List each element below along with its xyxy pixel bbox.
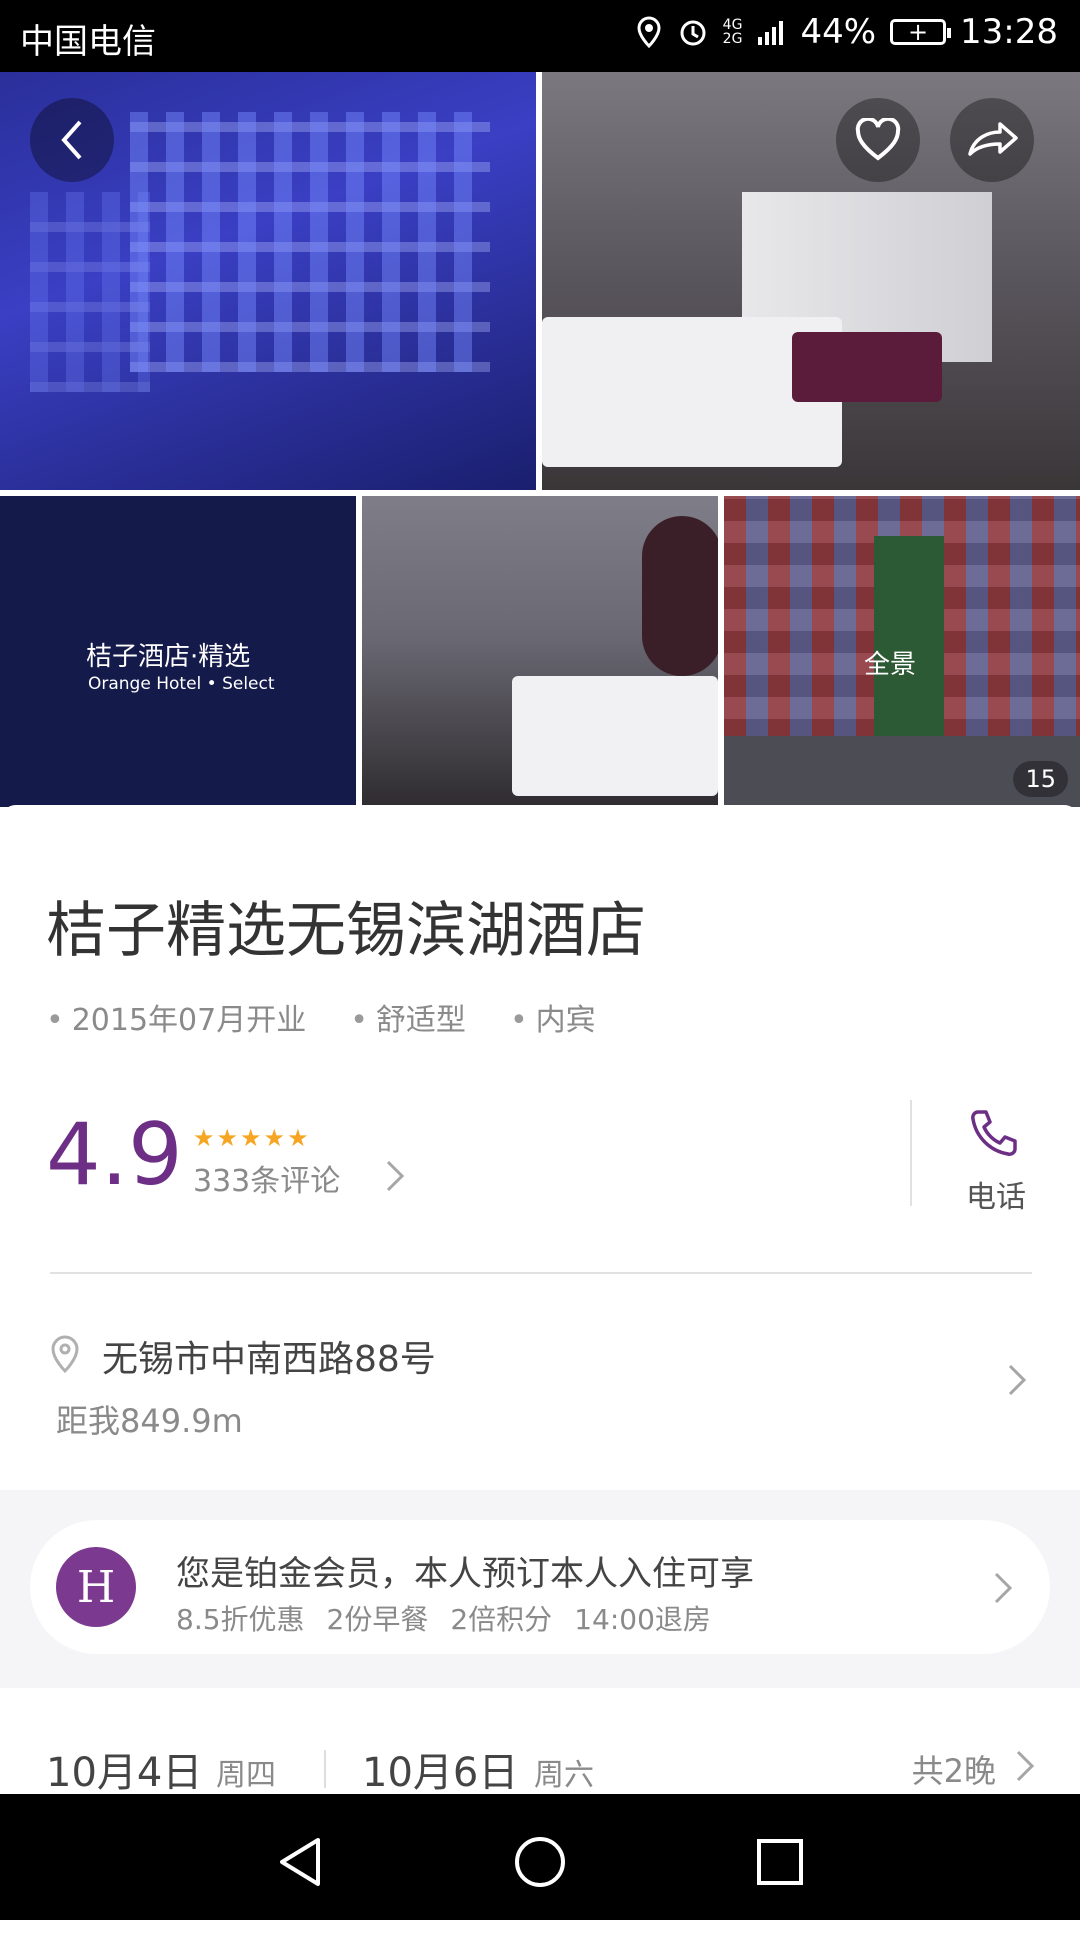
location-icon xyxy=(637,16,661,48)
status-icons: 4G 2G 44% + 13:28 xyxy=(635,12,1058,52)
heart-icon xyxy=(855,118,901,161)
photo-room-2[interactable] xyxy=(362,496,718,807)
member-badge-icon: H xyxy=(56,1547,136,1627)
photo-logo[interactable]: 桔子酒店·精选 Orange Hotel • Select xyxy=(0,496,356,807)
status-bar: 中国电信 4G 2G 44% + 13:28 xyxy=(0,0,1080,72)
share-icon xyxy=(968,122,1018,156)
date-selector[interactable]: 10月4日 周四 10月6日 周六 共2晚 xyxy=(46,1740,1036,1800)
star-icon: ★ xyxy=(216,1124,239,1152)
logo-text-en: Orange Hotel • Select xyxy=(88,674,275,694)
checkin-weekday: 周四 xyxy=(216,1758,276,1793)
chevron-right-icon xyxy=(1016,1750,1035,1782)
benefit-discount: 8.5折优惠 xyxy=(176,1603,305,1636)
benefit-checkout: 14:00退房 xyxy=(574,1603,711,1636)
nav-home-icon[interactable] xyxy=(510,1832,570,1892)
share-button[interactable] xyxy=(950,98,1034,182)
tag-type: 舒适型 xyxy=(350,995,466,1039)
alarm-icon xyxy=(680,20,706,46)
phone-icon[interactable] xyxy=(966,1106,1022,1162)
network-type: 4G 2G xyxy=(722,17,743,47)
star-icon: ★ xyxy=(193,1124,215,1152)
hotel-name: 桔子精选无锡滨湖酒店 xyxy=(46,896,646,966)
battery-icon: + xyxy=(890,18,952,46)
hotel-tags: 2015年07月开业 舒适型 内宾 xyxy=(46,995,596,1039)
back-icon xyxy=(61,120,82,160)
chevron-right-icon[interactable] xyxy=(384,1158,406,1194)
benefit-breakfast: 2份早餐 xyxy=(326,1603,429,1636)
location-pin-icon xyxy=(51,1335,79,1374)
star-rating: ★ ★ ★ ★ ★ xyxy=(193,1124,309,1152)
panorama-label: 全景 xyxy=(864,650,917,680)
rating-score: 4.9 xyxy=(46,1105,183,1205)
clock: 13:28 xyxy=(960,12,1058,52)
nights-count: 共2晚 xyxy=(911,1752,996,1790)
back-button[interactable] xyxy=(30,98,114,182)
logo-text-cn: 桔子酒店·精选 xyxy=(86,642,251,672)
panorama-button[interactable]: 全景 xyxy=(864,644,916,681)
member-benefits-card[interactable]: H 您是铂金会员，本人预订本人入住可享 8.5折优惠 2份早餐 2倍积分 14:… xyxy=(30,1520,1050,1654)
photo-lobby[interactable]: 全景 15 xyxy=(724,496,1080,807)
chevron-right-icon xyxy=(994,1572,1013,1604)
nav-back-icon[interactable] xyxy=(270,1832,330,1892)
tag-guest: 内宾 xyxy=(510,995,596,1039)
favorite-button[interactable] xyxy=(836,98,920,182)
battery-percent: 44% xyxy=(800,12,877,52)
divider xyxy=(910,1100,912,1206)
divider-line xyxy=(50,1272,1032,1274)
star-icon: ★ xyxy=(240,1124,262,1152)
nav-recent-icon[interactable] xyxy=(750,1832,810,1892)
member-benefits-list: 8.5折优惠 2份早餐 2倍积分 14:00退房 xyxy=(176,1598,711,1638)
date-divider xyxy=(324,1750,326,1788)
checkout-date[interactable]: 10月6日 xyxy=(362,1740,518,1798)
signal-icon xyxy=(758,21,784,45)
checkout-weekday: 周六 xyxy=(534,1758,594,1793)
photo-count-badge: 15 xyxy=(1013,761,1068,797)
phone-button-label[interactable]: 电话 xyxy=(966,1172,1026,1216)
reviews-link[interactable]: 333条评论 xyxy=(193,1156,340,1200)
photo-gallery[interactable]: 桔子酒店·精选 Orange Hotel • Select 全景 15 xyxy=(0,72,1080,807)
member-title: 您是铂金会员，本人预订本人入住可享 xyxy=(176,1554,754,1594)
tag-opened: 2015年07月开业 xyxy=(46,995,307,1039)
star-icon: ★ xyxy=(263,1124,286,1152)
system-nav-bar xyxy=(0,1794,1080,1920)
checkin-date[interactable]: 10月4日 xyxy=(46,1740,202,1798)
hotel-address[interactable]: 无锡市中南西路88号 xyxy=(102,1330,436,1382)
star-icon: ★ xyxy=(287,1124,309,1152)
carrier-name: 中国电信 xyxy=(20,22,156,62)
distance-text: 距我849.9m xyxy=(56,1402,243,1440)
benefit-points: 2倍积分 xyxy=(450,1603,553,1636)
chevron-right-icon[interactable] xyxy=(1006,1362,1028,1398)
